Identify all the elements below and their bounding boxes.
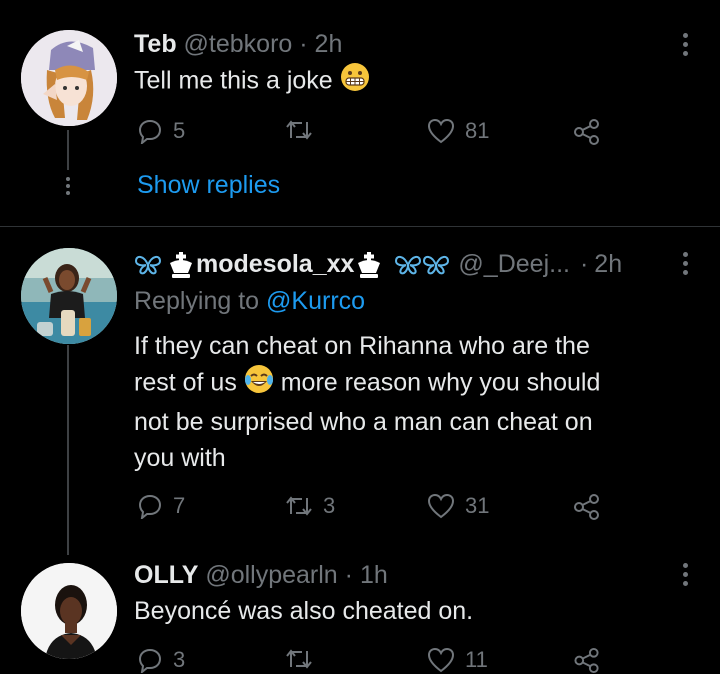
reply-button[interactable]: 3 [137,647,185,673]
tweet-text-line: you with [134,444,226,472]
butterfly-icon [134,255,162,274]
reply-icon [138,648,162,673]
timestamp[interactable]: 1h [360,561,388,589]
reply-count: 7 [173,493,186,518]
tweet-text-content: Beyoncé was also cheated on. [134,597,474,625]
avatar[interactable] [21,248,117,344]
woman-portrait-avatar-icon [21,563,117,659]
chess-king-icon [358,251,381,278]
butterfly-icon [423,255,450,274]
tweet-text: Beyoncé was also cheated on. [134,593,473,629]
retweet-icon [286,120,312,140]
tweet-header: OLLY @ollypearln · 1h [134,561,388,590]
like-count: 81 [465,118,490,143]
handle[interactable]: @tebkoro [184,30,293,58]
thread-line-top [67,130,69,170]
grimacing-face-emoji-icon [340,62,370,102]
heart-icon [427,118,455,144]
tweet-text-fragment: more reason why you should [280,368,601,397]
share-icon [574,647,599,674]
woman-photo-avatar-icon [21,248,117,344]
replying-to: Replying to @Kurrco [134,287,365,316]
tweet-text-line: rest of us more reason why you should [134,364,600,404]
tweet-text: Tell me this a joke [134,62,370,102]
tweet-text-fragment: rest of us [134,368,237,397]
more-options-icon[interactable] [681,563,689,590]
share-icon [574,494,599,520]
separator: · [299,30,308,58]
more-options-icon[interactable] [681,33,689,60]
heart-icon [427,493,455,519]
avatar[interactable] [21,563,117,659]
heart-icon [427,647,455,673]
tears-of-joy-emoji-icon [244,364,274,404]
tweet-text: If they can cheat on Rihanna who are the… [134,328,600,476]
display-name[interactable]: OLLY [134,561,198,589]
retweet-icon [286,649,312,669]
reply-icon [138,119,162,144]
like-count: 11 [465,647,488,672]
share-button[interactable] [573,647,601,674]
avatar[interactable] [21,30,117,126]
like-button[interactable]: 31 [427,493,489,519]
reply-count: 5 [173,118,186,143]
divider [0,226,720,227]
separator: · [579,250,589,278]
like-button[interactable]: 81 [427,118,489,144]
retweet-count: 3 [323,493,336,518]
replying-to-link[interactable]: @Kurrco [266,287,365,315]
like-button[interactable]: 11 [427,647,488,673]
thread-ellipsis-icon[interactable] [64,177,72,195]
thread-line-middle [67,345,69,555]
timestamp[interactable]: 2h [594,250,622,279]
reply-button[interactable]: 5 [137,118,185,144]
share-icon [574,119,599,145]
reply-button[interactable]: 7 [137,493,185,519]
retweet-button[interactable] [285,118,323,142]
butterfly-icon [395,255,422,274]
like-count: 31 [465,493,490,518]
separator: · [344,561,353,589]
reply-count: 3 [173,647,186,672]
anime-girl-avatar-icon [21,30,117,126]
retweet-button[interactable] [285,647,323,671]
tweet-header: Teb @tebkoro · 2h [134,30,342,59]
tweet-text-line: If they can cheat on Rihanna who are the [134,332,590,360]
replying-label: Replying to [134,287,260,315]
handle[interactable]: @ollypearln [205,561,337,589]
timestamp[interactable]: 2h [315,30,343,58]
tweet-header: modesola_xx @_Deej... · 2h [134,250,622,279]
more-options-icon[interactable] [681,252,689,279]
show-replies-link[interactable]: Show replies [137,171,280,200]
share-button[interactable] [573,493,601,521]
retweet-icon [286,496,312,516]
display-name[interactable]: modesola_xx [196,250,354,279]
retweet-button[interactable]: 3 [285,493,335,519]
chess-king-icon [170,251,192,278]
reply-icon [138,494,162,519]
share-button[interactable] [573,118,601,146]
tweet-text-content: Tell me this a joke [134,66,333,95]
handle[interactable]: @_Deej... [458,250,570,279]
tweet-text-line: not be surprised who a man can cheat on [134,408,593,436]
display-name[interactable]: Teb [134,30,177,58]
